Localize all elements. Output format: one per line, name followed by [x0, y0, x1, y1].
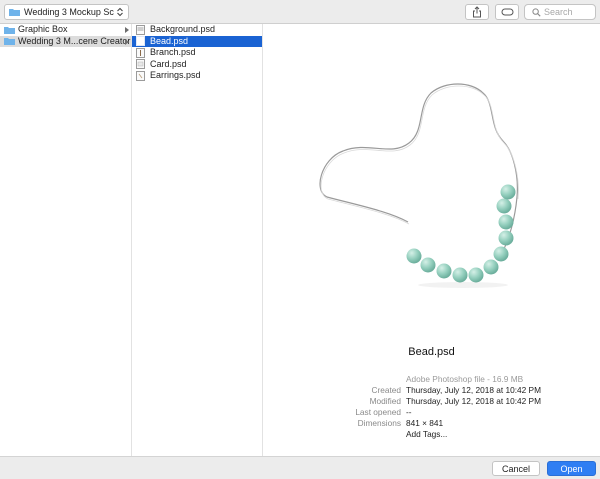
- item-label: Graphic Box: [18, 24, 68, 35]
- column-1: Graphic Box Wedding 3 M...cene Creator: [0, 24, 132, 456]
- preview-pane: Bead.psd Adobe Photoshop file - 16.9 MB …: [263, 24, 600, 456]
- psd-file-icon: [136, 24, 145, 35]
- share-button[interactable]: [465, 4, 489, 20]
- dimensions-label: Dimensions: [357, 418, 401, 428]
- location-label: Wedding 3 Mockup Sce...: [24, 7, 114, 17]
- list-item[interactable]: Bead.psd: [132, 35, 262, 47]
- info-last-opened-row: Last opened --: [263, 407, 600, 418]
- cancel-button[interactable]: Cancel: [492, 461, 540, 476]
- list-item[interactable]: Wedding 3 M...cene Creator: [0, 35, 131, 47]
- last-opened-value: --: [406, 407, 412, 417]
- dimensions-value: 841 × 841: [406, 418, 444, 428]
- toolbar: Wedding 3 Mockup Sce...: [0, 0, 600, 24]
- footer: Cancel Open: [0, 456, 600, 479]
- folder-icon: [4, 26, 15, 34]
- search-input[interactable]: [544, 7, 594, 17]
- list-item[interactable]: Branch.psd: [132, 47, 262, 59]
- tag-icon: [501, 8, 513, 16]
- info-tags-row: Add Tags...: [263, 429, 600, 440]
- list-item[interactable]: Earrings.psd: [132, 70, 262, 82]
- info-dimensions-row: Dimensions 841 × 841: [263, 418, 600, 429]
- chevron-updown-icon: [114, 6, 126, 18]
- item-label: Bead.psd: [150, 35, 189, 46]
- modified-label: Modified: [369, 396, 401, 406]
- file-preview-image: [319, 83, 519, 288]
- folder-icon: [4, 38, 15, 46]
- psd-file-icon: [136, 36, 145, 47]
- psd-file-icon: [136, 59, 145, 70]
- item-label: Branch.psd: [150, 47, 196, 58]
- list-item[interactable]: Card.psd: [132, 59, 262, 71]
- modified-value: Thursday, July 12, 2018 at 10:42 PM: [406, 396, 541, 406]
- last-opened-label: Last opened: [355, 407, 401, 417]
- location-popup[interactable]: Wedding 3 Mockup Sce...: [4, 4, 129, 20]
- bead-group: [406, 184, 516, 283]
- info-modified-row: Modified Thursday, July 12, 2018 at 10:4…: [263, 396, 600, 407]
- file-kind-size: Adobe Photoshop file - 16.9 MB: [406, 374, 524, 384]
- folder-icon: [9, 9, 20, 16]
- open-button[interactable]: Open: [547, 461, 596, 476]
- psd-file-icon: [136, 70, 145, 81]
- item-label: Card.psd: [150, 58, 187, 69]
- item-label: Background.psd: [150, 24, 216, 35]
- column-2: Background.psd Bead.psd Branch.psd Card.…: [132, 24, 263, 456]
- tag-button[interactable]: [495, 4, 519, 20]
- psd-file-icon: [136, 47, 145, 58]
- list-item[interactable]: Graphic Box: [0, 24, 131, 36]
- disclosure-arrow-icon: [125, 38, 129, 45]
- info-kind-row: Adobe Photoshop file - 16.9 MB: [263, 374, 600, 385]
- info-created-row: Created Thursday, July 12, 2018 at 10:42…: [263, 385, 600, 396]
- created-value: Thursday, July 12, 2018 at 10:42 PM: [406, 385, 541, 395]
- search-field[interactable]: [524, 4, 596, 20]
- list-item[interactable]: Background.psd: [132, 24, 262, 36]
- share-icon: [473, 6, 481, 18]
- created-label: Created: [371, 385, 401, 395]
- item-label: Earrings.psd: [150, 70, 201, 81]
- search-icon: [532, 7, 541, 17]
- add-tags-link[interactable]: Add Tags...: [406, 429, 447, 439]
- item-label: Wedding 3 M...cene Creator: [18, 35, 131, 46]
- disclosure-arrow-icon: [125, 27, 129, 33]
- preview-file-name: Bead.psd: [408, 346, 455, 358]
